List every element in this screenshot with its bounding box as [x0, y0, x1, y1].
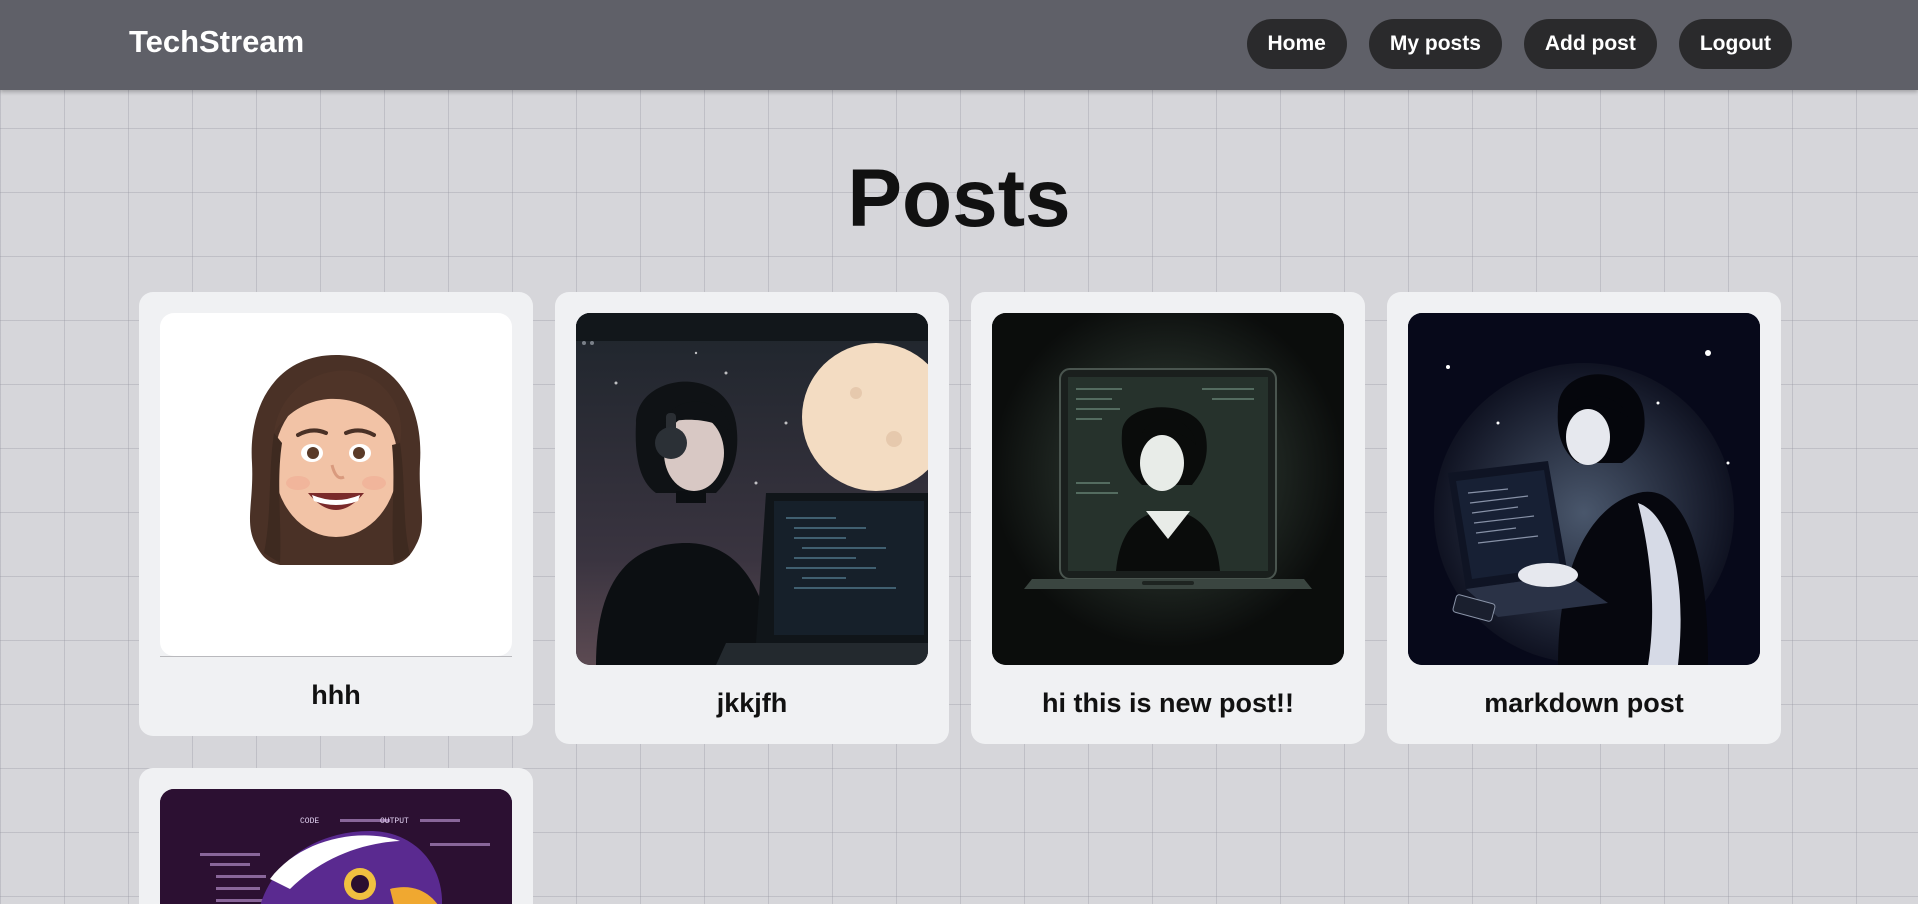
post-thumbnail-memoji[interactable] — [160, 313, 512, 656]
post-card[interactable]: CODE OUTPUT — [139, 768, 533, 904]
thumb-divider — [160, 656, 512, 657]
nav-home-button[interactable]: Home — [1246, 19, 1347, 69]
nav-add-post-button[interactable]: Add post — [1523, 19, 1657, 69]
page-title: Posts — [847, 153, 1071, 244]
navbar: TechStream Home My posts Add post Logout — [0, 0, 1918, 90]
post-card[interactable]: markdown post — [1387, 292, 1781, 744]
eagle-label-output: OUTPUT — [380, 817, 409, 826]
post-card[interactable]: hi this is new post!! — [971, 292, 1365, 744]
post-thumbnail-girl-coding[interactable] — [1408, 313, 1760, 665]
post-title[interactable]: jkkjfh — [555, 688, 949, 719]
brand-logo[interactable]: TechStream — [129, 24, 304, 60]
post-title[interactable]: hi this is new post!! — [971, 688, 1365, 719]
nav-logout-button[interactable]: Logout — [1678, 19, 1792, 69]
eagle-label-code: CODE — [300, 817, 319, 826]
post-thumbnail-laptop-silhouette[interactable] — [992, 313, 1344, 665]
nav-my-posts-button[interactable]: My posts — [1368, 19, 1502, 69]
post-title[interactable]: hhh — [139, 680, 533, 711]
post-card[interactable]: jkkjfh — [555, 292, 949, 744]
post-thumbnail-purple-eagle[interactable]: CODE OUTPUT — [160, 789, 512, 904]
nav-links: Home My posts Add post Logout — [1246, 19, 1792, 69]
post-thumbnail-anime-headphones[interactable] — [576, 313, 928, 665]
post-title[interactable]: markdown post — [1387, 688, 1781, 719]
post-card[interactable]: hhh — [139, 292, 533, 736]
